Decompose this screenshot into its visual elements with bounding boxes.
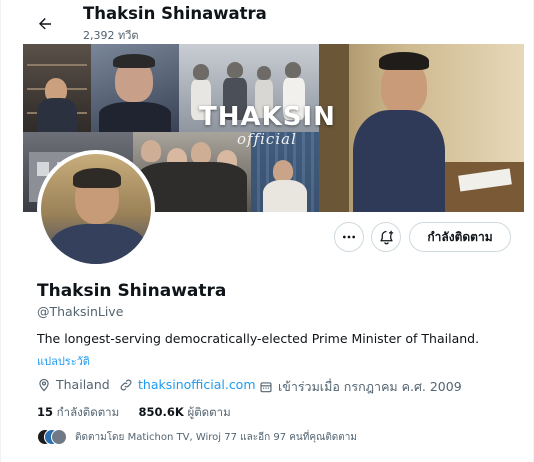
banner-title: THAKSIN [199,102,336,132]
following-link[interactable]: 15 กำลังติดตาม [37,405,123,419]
avatar [51,429,67,445]
follow-counts: 15 กำลังติดตาม 850.6K ผู้ติดตาม [37,404,231,422]
website-link[interactable]: thaksinofficial.com [138,377,256,392]
profile-bio: The longest-serving democratically-elect… [37,331,480,346]
back-button[interactable] [31,10,59,38]
translate-bio-link[interactable]: แปลประวัติ [37,352,90,370]
calendar-icon [260,382,272,393]
following-count: 15 [37,405,54,419]
followers-count: 850.6K [138,405,184,419]
followed-by-text: ติดตามโดย Matichon TV, Wiroj 77 และอีก 9… [75,431,358,443]
user-handle: @ThaksinLive [37,304,124,319]
banner-subtitle: official [237,130,297,148]
more-horizontal-icon [343,235,355,239]
followed-by-row[interactable]: ติดตามโดย Matichon TV, Wiroj 77 และอีก 9… [37,427,357,447]
banner-photo-bookshelf [23,44,91,132]
display-name: Thaksin Shinawatra [37,281,227,301]
profile-page: Thaksin Shinawatra 2,392 ทวีต THAKSIN of… [0,0,534,462]
followers-label: ผู้ติดตาม [187,405,231,419]
followers-link[interactable]: 850.6K ผู้ติดตาม [139,405,231,419]
header-name: Thaksin Shinawatra [83,4,267,23]
joined-item: เข้าร่วมเมื่อ กรกฎาคม ค.ศ. 2009 [259,377,462,397]
bell-plus-icon [379,230,393,244]
arrow-left-icon [39,18,51,30]
tweet-count: 2,392 ทวีต [83,29,139,42]
website-item: thaksinofficial.com [119,377,256,392]
more-button[interactable] [334,222,364,252]
location-pin-icon [39,378,49,391]
location-text: Thailand [56,377,110,392]
banner-photo-office [319,44,524,212]
profile-header: Thaksin Shinawatra 2,392 ทวีต [1,0,534,44]
profile-avatar[interactable] [37,150,155,268]
link-icon [120,379,132,390]
notifications-button[interactable] [371,222,401,252]
following-label: กำลังติดตาม [56,405,120,419]
joined-text: เข้าร่วมเมื่อ กรกฎาคม ค.ศ. 2009 [278,379,462,394]
location-item: Thailand [37,377,110,392]
mutual-avatars [37,428,67,446]
following-button[interactable]: กำลังติดตาม [409,222,511,252]
banner-photo-portrait [91,44,179,132]
